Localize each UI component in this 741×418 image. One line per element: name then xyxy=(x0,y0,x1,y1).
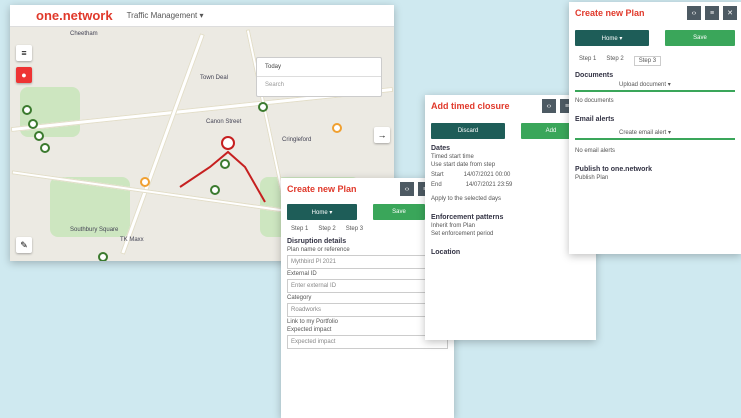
draw-icon[interactable]: ✎ xyxy=(16,237,32,253)
field-label: Timed start time xyxy=(431,154,474,160)
start-date-option[interactable]: Use start date from step xyxy=(431,162,590,168)
home-button[interactable]: Home ▾ xyxy=(575,30,649,46)
create-email-alert-button[interactable]: Create email alert ▾ xyxy=(619,129,735,136)
list-icon[interactable]: ≡ xyxy=(705,6,719,20)
section-heading: Documents xyxy=(575,72,614,79)
panel-title: Create new Plan xyxy=(575,8,645,18)
field-label: External ID xyxy=(287,271,317,277)
panel-title: Add timed closure xyxy=(431,101,510,111)
map-label: Cringleford xyxy=(282,137,312,143)
tab-step1[interactable]: Step 1 xyxy=(579,56,596,66)
category-select[interactable]: Roadworks xyxy=(287,303,448,317)
upload-document-button[interactable]: Upload document ▾ xyxy=(619,81,735,88)
field-label: Plan name or reference xyxy=(287,247,350,253)
map-label: Southbury Square xyxy=(70,227,119,233)
layers-icon[interactable]: ≡ xyxy=(16,45,32,61)
map-label: Town Deal xyxy=(200,75,229,81)
section-heading: Publish to one.network xyxy=(575,166,653,173)
inherit-radio[interactable]: Inherit from Plan xyxy=(431,223,590,229)
section-heading: Location xyxy=(431,249,461,256)
portfolio-link[interactable]: Link to my Portfolio xyxy=(287,319,448,325)
save-button[interactable]: Save xyxy=(665,30,735,46)
panel-title: Create new Plan xyxy=(287,184,357,194)
traffic-management-menu[interactable]: Traffic Management ▾ xyxy=(127,11,204,20)
filter-icon[interactable]: ● xyxy=(16,67,32,83)
search-input[interactable]: Search xyxy=(257,77,381,93)
pin-icon[interactable]: ✕ xyxy=(723,6,737,20)
field-label: Start xyxy=(431,172,444,178)
arrow-right-icon[interactable]: → xyxy=(374,127,390,143)
home-button[interactable]: Home ▾ xyxy=(287,204,357,220)
selected-days-checkbox[interactable]: Apply to the selected days xyxy=(431,196,590,202)
publish-checkbox[interactable]: Publish Plan xyxy=(575,175,735,181)
map-label: Canon Street xyxy=(206,119,242,125)
tab-step2[interactable]: Step 2 xyxy=(606,56,623,66)
tab-step1[interactable]: Step 1 xyxy=(291,226,308,232)
collapse-icon[interactable]: ‹› xyxy=(400,182,414,196)
external-id-input[interactable]: Enter external ID xyxy=(287,279,448,293)
discard-button[interactable]: Discard xyxy=(431,123,505,139)
top-bar: one.network Traffic Management ▾ xyxy=(10,5,394,27)
collapse-icon[interactable]: ‹› xyxy=(542,99,556,113)
enforcement-radio[interactable]: Set enforcement period xyxy=(431,231,590,237)
section-heading: Email alerts xyxy=(575,116,615,123)
map-label: TK Maxx xyxy=(120,237,144,243)
field-label: End xyxy=(431,182,442,188)
empty-text: No email alerts xyxy=(575,148,616,154)
date-select[interactable]: Today xyxy=(257,58,381,77)
start-datetime[interactable]: 14/07/2021 00:00 xyxy=(464,172,511,178)
impact-select[interactable]: Expected impact xyxy=(287,335,448,349)
field-label: Expected impact xyxy=(287,327,332,333)
field-label: Category xyxy=(287,295,312,301)
map-label: Cheetham xyxy=(70,31,98,37)
section-heading: Disruption details xyxy=(287,238,347,245)
logo: one.network xyxy=(36,8,113,23)
plan-panel-step3: Create new Plan ‹› ≡ ✕ Home ▾ Save Step … xyxy=(569,2,741,254)
empty-text: No documents xyxy=(575,98,614,104)
end-datetime[interactable]: 14/07/2021 23:59 xyxy=(466,182,513,188)
search-box[interactable]: Today Search xyxy=(256,57,382,97)
collapse-icon[interactable]: ‹› xyxy=(687,6,701,20)
tab-step3[interactable]: Step 3 xyxy=(346,226,363,232)
section-heading: Dates xyxy=(431,145,451,152)
plan-name-input[interactable]: Mythbird Pl 2021 xyxy=(287,255,448,269)
save-button[interactable]: Save xyxy=(373,204,425,220)
tab-step3[interactable]: Step 3 xyxy=(633,56,662,66)
tab-step2[interactable]: Step 2 xyxy=(318,226,335,232)
section-heading: Enforcement patterns xyxy=(431,214,504,221)
